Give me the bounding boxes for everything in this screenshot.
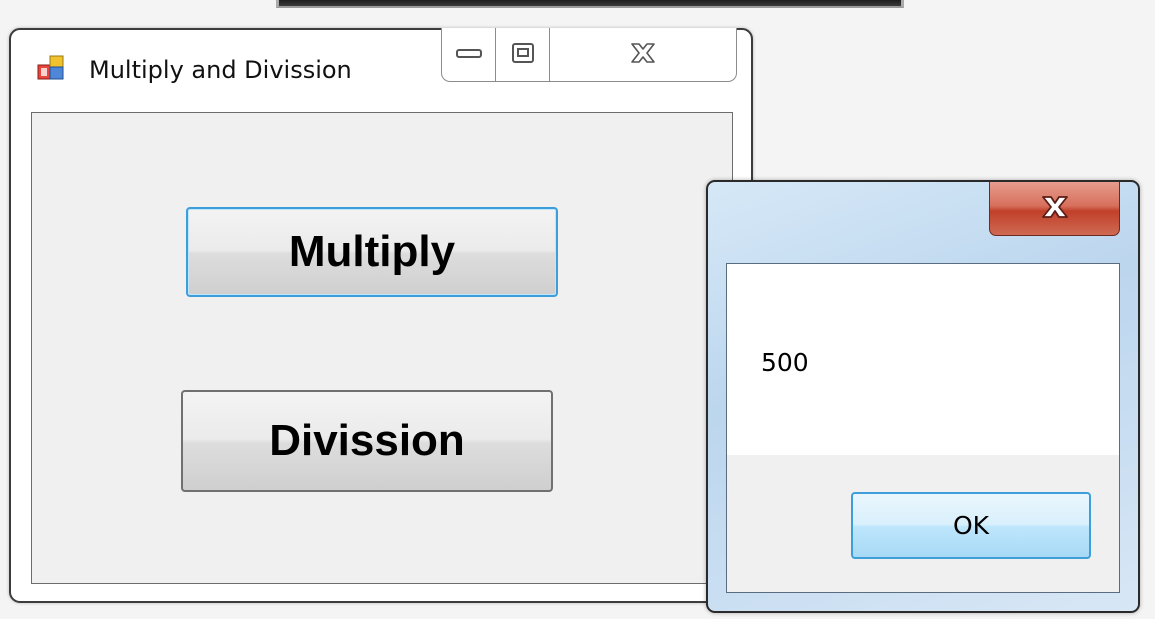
maximize-button[interactable] (496, 28, 550, 81)
caption-buttons (441, 28, 737, 82)
app-form-icon (37, 54, 65, 82)
close-icon (628, 42, 658, 68)
multiply-button[interactable]: Multiply (186, 207, 558, 297)
division-button[interactable]: Divission (181, 390, 553, 492)
message-text: 500 (761, 348, 809, 377)
close-button[interactable] (550, 28, 736, 81)
window-title: Multiply and Divission (89, 56, 352, 84)
minimize-icon (455, 45, 482, 64)
form-client-area: Multiply Divission (31, 112, 733, 584)
message-box: 500 OK (706, 180, 1140, 613)
message-area: 500 (727, 264, 1119, 455)
message-box-content: 500 OK (726, 263, 1120, 593)
ok-button[interactable]: OK (851, 492, 1091, 559)
close-icon (1038, 195, 1072, 223)
minimize-button[interactable] (442, 28, 496, 81)
message-box-close-button[interactable] (989, 182, 1120, 236)
background-window-edge (276, 0, 904, 8)
main-window: Multiply and Divission Multiply Divissio… (9, 28, 753, 603)
maximize-icon (511, 42, 534, 67)
